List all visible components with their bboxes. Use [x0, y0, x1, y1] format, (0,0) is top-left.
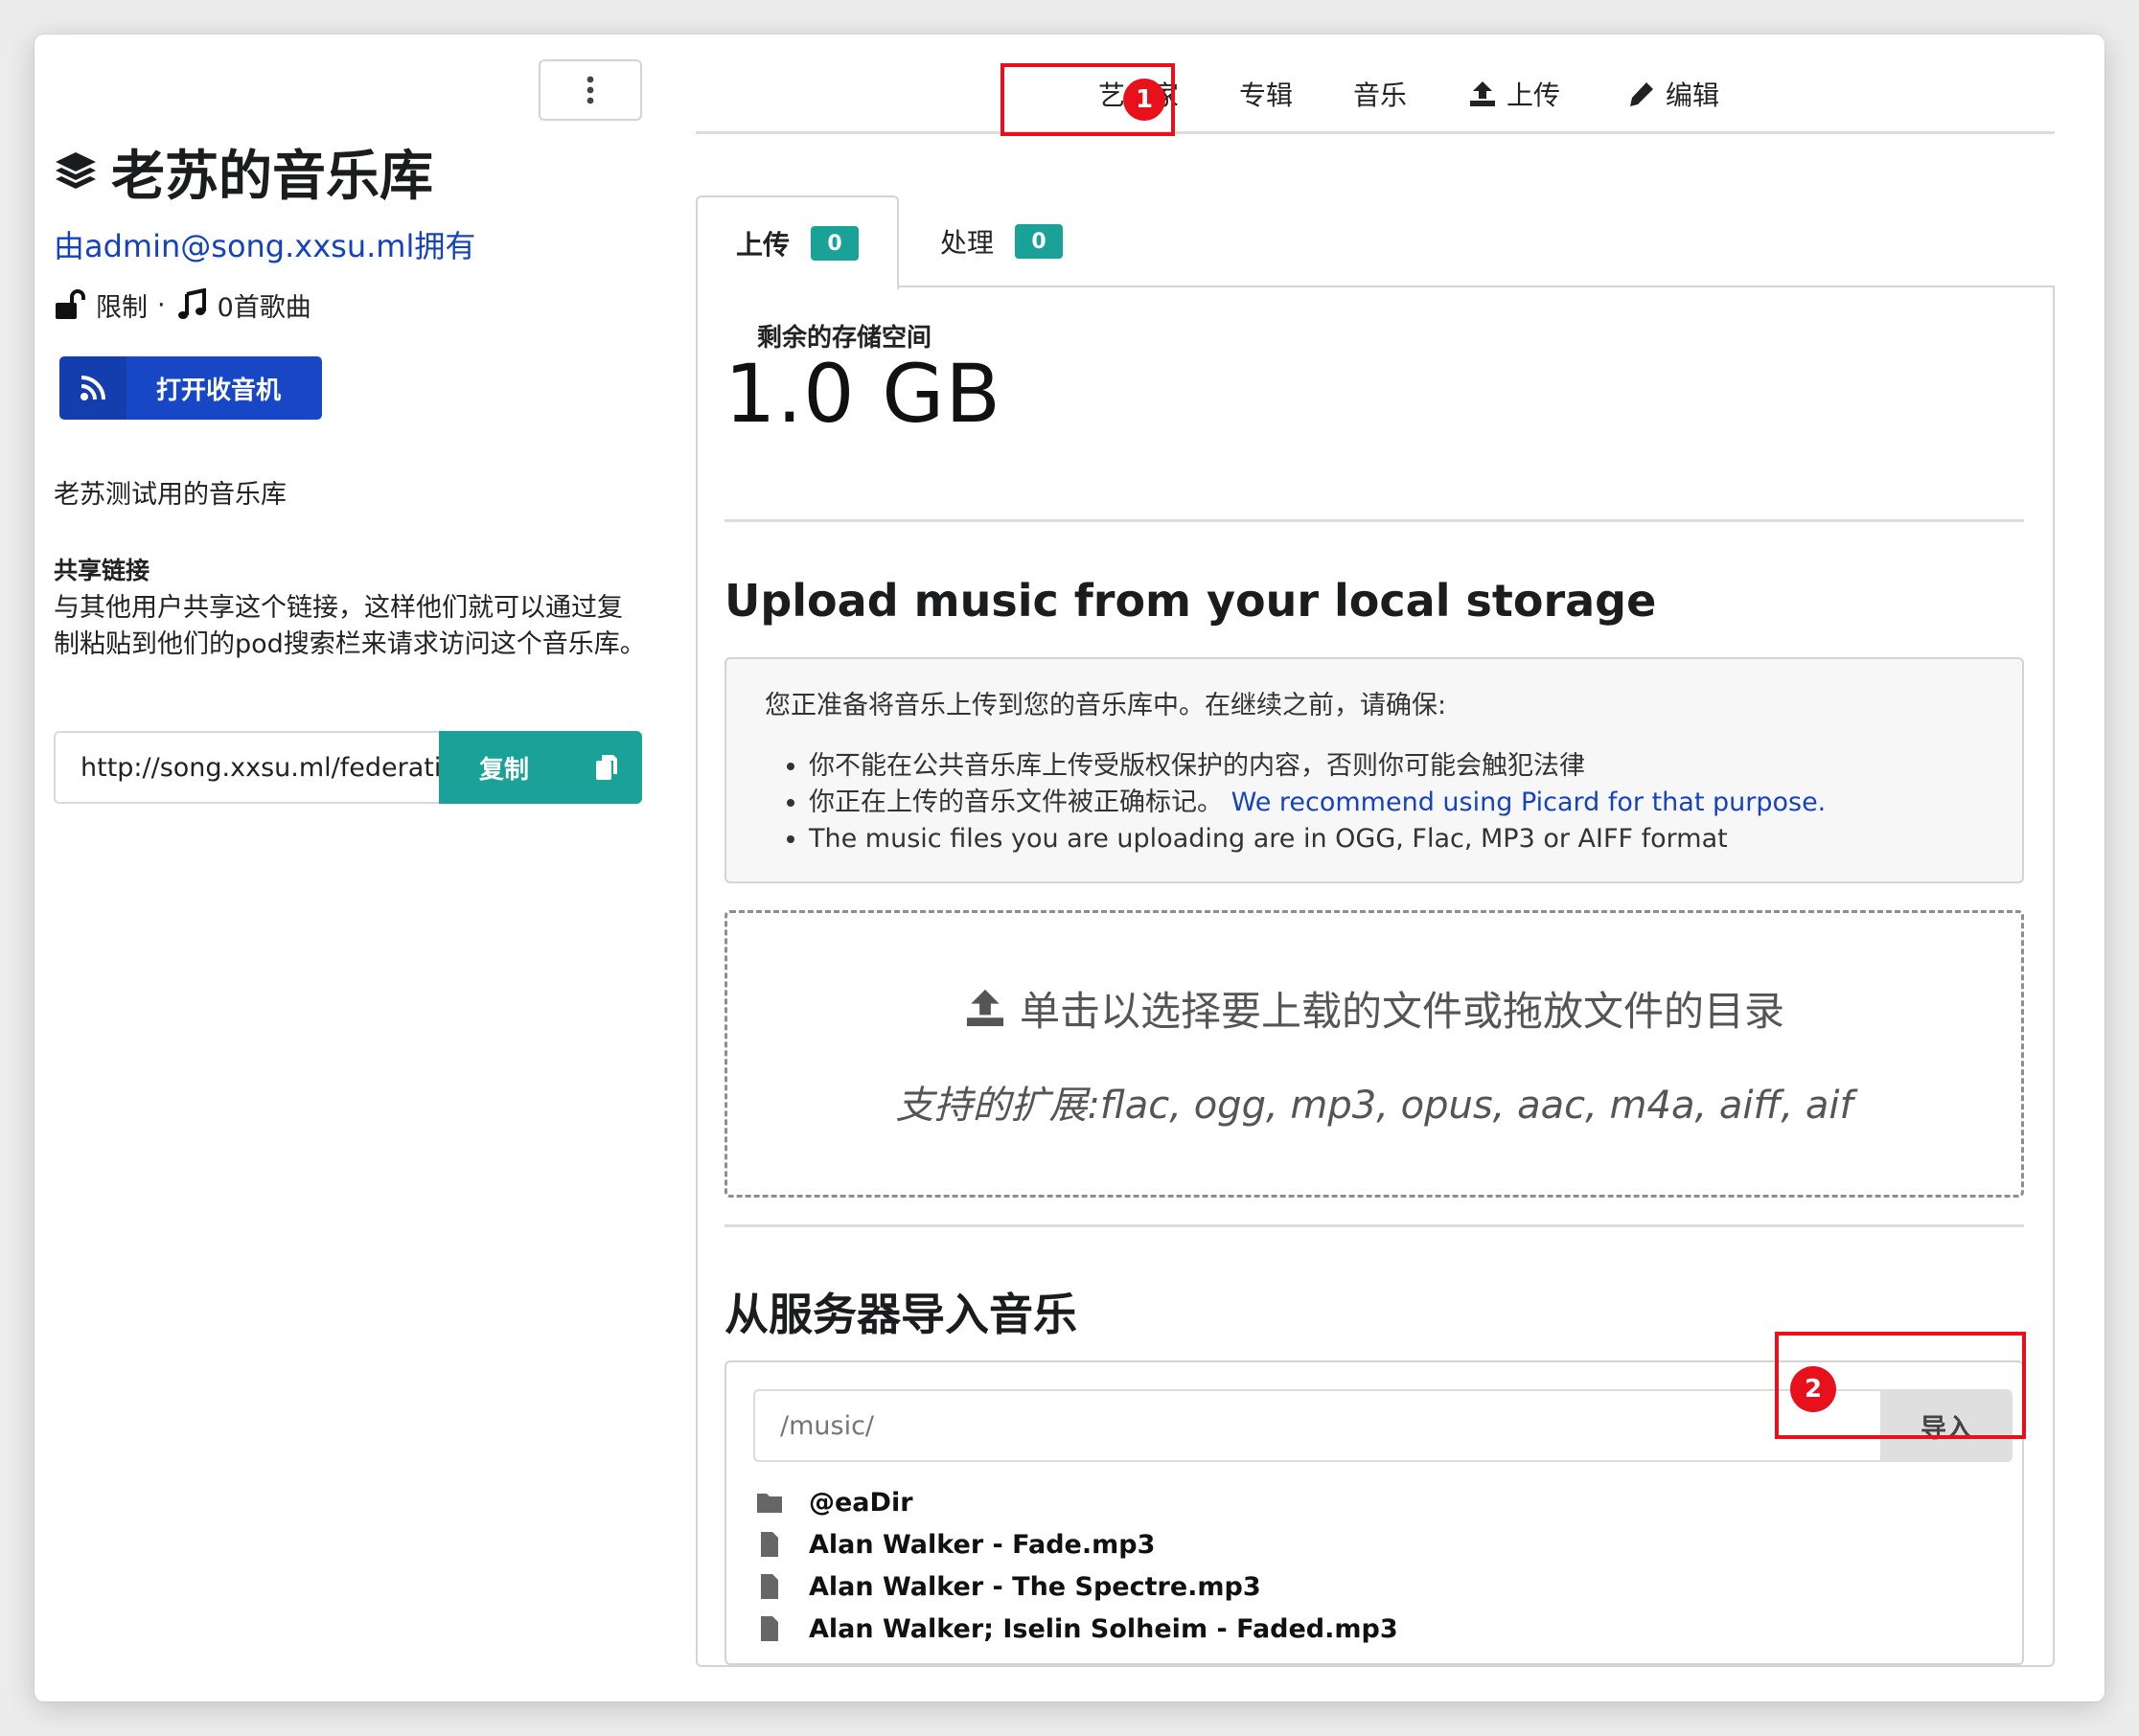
tab-processing-label: 处理 — [940, 227, 995, 259]
dropzone-text: 单击以选择要上载的文件或拖放文件的目录 — [1019, 987, 1784, 1035]
annotation-badge-1: 1 — [1123, 79, 1165, 121]
menu-edit[interactable]: 编辑 — [1627, 69, 1719, 119]
unlock-icon — [56, 289, 85, 319]
list-item[interactable]: Alan Walker - Fade.mp3 — [755, 1523, 1398, 1565]
top-menu: 艺术家 专辑 音乐 上传 编辑 — [696, 54, 2055, 134]
share-url-input[interactable] — [54, 731, 439, 804]
list-item[interactable]: Alan Walker - The Spectre.mp3 — [755, 1565, 1398, 1608]
more-options-button[interactable] — [539, 59, 642, 121]
copy-button[interactable]: 复制 — [439, 731, 642, 804]
folder-icon — [757, 1494, 782, 1513]
notice-item: 你不能在公共音乐库上传受版权保护的内容，否则你可能会触犯法律 — [809, 748, 1984, 785]
file-name: @eaDir — [809, 1487, 913, 1518]
file-name: Alan Walker - Fade.mp3 — [809, 1529, 1156, 1560]
library-description: 老苏测试用的音乐库 — [54, 480, 287, 510]
supported-extensions: 支持的扩展:flac, ogg, mp3, opus, aac, m4a, ai… — [895, 1083, 1853, 1128]
divider — [724, 519, 2024, 522]
file-dropzone[interactable]: 单击以选择要上载的文件或拖放文件的目录 支持的扩展:flac, ogg, mp3… — [724, 910, 2024, 1198]
library-owner-link[interactable]: 由admin@song.xxsu.ml拥有 — [54, 222, 475, 266]
open-radio-label: 打开收音机 — [155, 376, 281, 405]
menu-edit-label: 编辑 — [1666, 80, 1720, 111]
server-path-input[interactable] — [753, 1389, 1880, 1462]
server-file-list: @eaDir Alan Walker - Fade.mp3 Alan Walke… — [755, 1481, 1398, 1650]
copy-label: 复制 — [479, 755, 530, 785]
upload-notice: 您正准备将音乐上传到您的音乐库中。在继续之前，请确保: 你不能在公共音乐库上传受… — [724, 657, 2024, 883]
privacy-label: 限制 — [96, 292, 148, 323]
open-radio-button[interactable]: 打开收音机 — [59, 356, 322, 420]
storage-value: 1.0 GB — [724, 347, 1002, 441]
file-icon — [761, 1616, 778, 1641]
share-link-help: 与其他用户共享这个链接，这样他们就可以通过复制粘贴到他们的pod搜索栏来请求访问… — [54, 593, 646, 659]
tab-processing[interactable]: 处理 0 — [940, 195, 1064, 287]
page-title: 老苏的音乐库 — [54, 138, 433, 208]
file-icon — [761, 1574, 778, 1599]
notice-intro: 您正准备将音乐上传到您的音乐库中。在继续之前，请确保: — [765, 691, 1447, 720]
menu-upload[interactable]: 上传 — [1468, 69, 1560, 119]
notice-item: The music files you are uploading are in… — [809, 821, 1984, 857]
ellipsis-vertical-icon — [586, 76, 594, 104]
upload-icon — [1470, 81, 1495, 106]
tab-upload-label: 上传 — [736, 229, 791, 261]
menu-tracks[interactable]: 音乐 — [1353, 69, 1407, 119]
pencil-icon — [1630, 82, 1653, 106]
menu-albums[interactable]: 专辑 — [1239, 69, 1293, 119]
app-window: 老苏的音乐库 由admin@song.xxsu.ml拥有 限制 · 0首歌曲 打… — [34, 34, 2104, 1702]
share-link-title: 共享链接 — [54, 557, 150, 584]
menu-tracks-label: 音乐 — [1353, 80, 1408, 111]
file-icon — [761, 1532, 778, 1557]
import-section-title: 从服务器导入音乐 — [724, 1289, 1077, 1340]
copy-icon — [596, 755, 617, 780]
library-title: 老苏的音乐库 — [111, 145, 433, 208]
music-note-icon — [177, 288, 206, 319]
list-item[interactable]: @eaDir — [755, 1481, 1398, 1523]
track-count: 0首歌曲 — [217, 292, 311, 323]
notice-item: 你正在上传的音乐文件被正确标记。 We recommend using Pica… — [809, 785, 1984, 821]
upload-section-title: Upload music from your local storage — [724, 575, 1657, 627]
tab-upload[interactable]: 上传 0 — [696, 195, 899, 289]
upload-icon — [966, 989, 1004, 1027]
library-meta: 限制 · 0首歌曲 — [54, 286, 311, 324]
tab-upload-count: 0 — [811, 226, 860, 261]
upload-tabs: 上传 0 处理 0 — [696, 195, 2055, 289]
layer-group-icon — [56, 152, 96, 189]
picard-link[interactable]: We recommend using Picard for that purpo… — [1231, 788, 1827, 817]
menu-upload-label: 上传 — [1506, 80, 1561, 111]
list-item[interactable]: Alan Walker; Iselin Solheim - Faded.mp3 — [755, 1608, 1398, 1650]
file-name: Alan Walker - The Spectre.mp3 — [809, 1571, 1261, 1602]
notice-list: 你不能在公共音乐库上传受版权保护的内容，否则你可能会触犯法律 你正在上传的音乐文… — [765, 748, 1984, 857]
divider — [724, 1224, 2024, 1227]
tab-processing-count: 0 — [1015, 224, 1064, 259]
annotation-badge-2: 2 — [1790, 1366, 1836, 1412]
rss-icon — [80, 376, 105, 400]
menu-albums-label: 专辑 — [1239, 80, 1294, 111]
file-name: Alan Walker; Iselin Solheim - Faded.mp3 — [809, 1613, 1398, 1644]
meta-separator: · — [157, 289, 166, 320]
upload-panel: 剩余的存储空间 1.0 GB Upload music from your lo… — [696, 286, 2055, 1667]
